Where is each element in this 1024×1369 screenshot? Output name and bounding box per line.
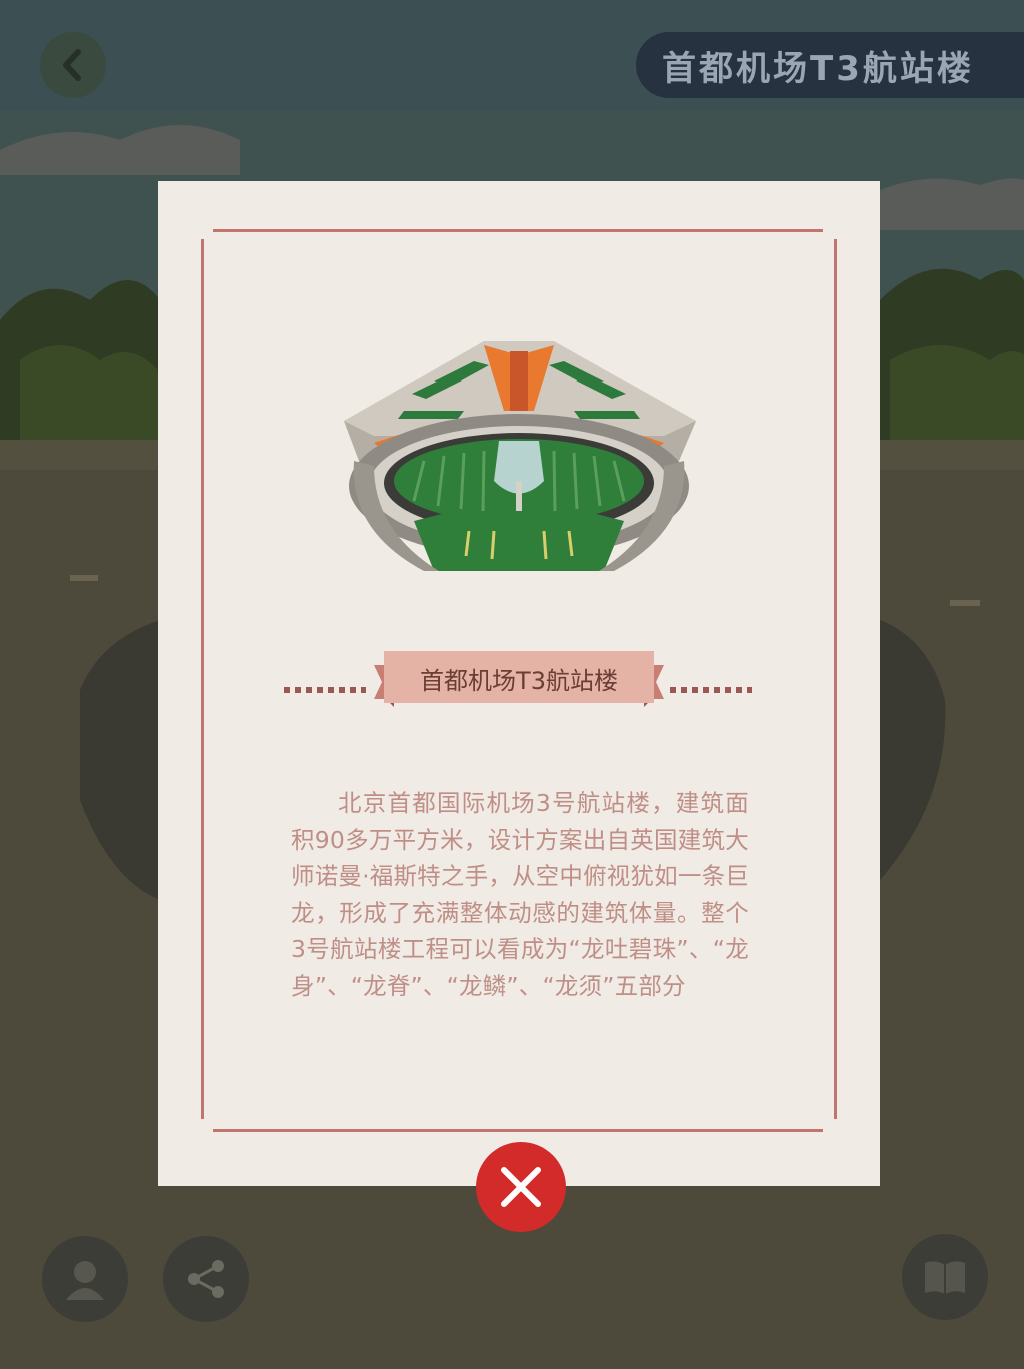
title-ribbon: 首都机场T3航站楼 <box>284 647 754 717</box>
frame-right-line <box>834 239 837 1119</box>
frame-top-line <box>213 229 823 232</box>
card-heading: 首都机场T3航站楼 <box>420 666 618 695</box>
dotted-line-right <box>670 687 752 693</box>
close-button[interactable] <box>476 1142 566 1232</box>
book-icon <box>925 1261 965 1294</box>
back-button[interactable] <box>40 32 106 98</box>
page-title: 首都机场T3航站楼 <box>636 32 1024 98</box>
dotted-line-left <box>284 687 366 693</box>
share-button[interactable] <box>163 1236 249 1322</box>
airport-terminal-illustration <box>334 331 704 581</box>
frame-left-line <box>201 239 204 1119</box>
frame-bottom-line <box>213 1129 823 1132</box>
avatar-button[interactable] <box>42 1236 128 1322</box>
info-card: 首都机场T3航站楼 北京首都国际机场3号航站楼，建筑面积90多万平方米，设计方案… <box>158 181 880 1186</box>
card-description: 北京首都国际机场3号航站楼，建筑面积90多万平方米，设计方案出自英国建筑大师诺曼… <box>291 789 749 1000</box>
close-icon <box>501 1167 541 1207</box>
avatar-icon <box>66 1261 104 1300</box>
back-icon <box>63 49 81 81</box>
share-icon <box>188 1260 224 1298</box>
book-button[interactable] <box>902 1234 988 1320</box>
